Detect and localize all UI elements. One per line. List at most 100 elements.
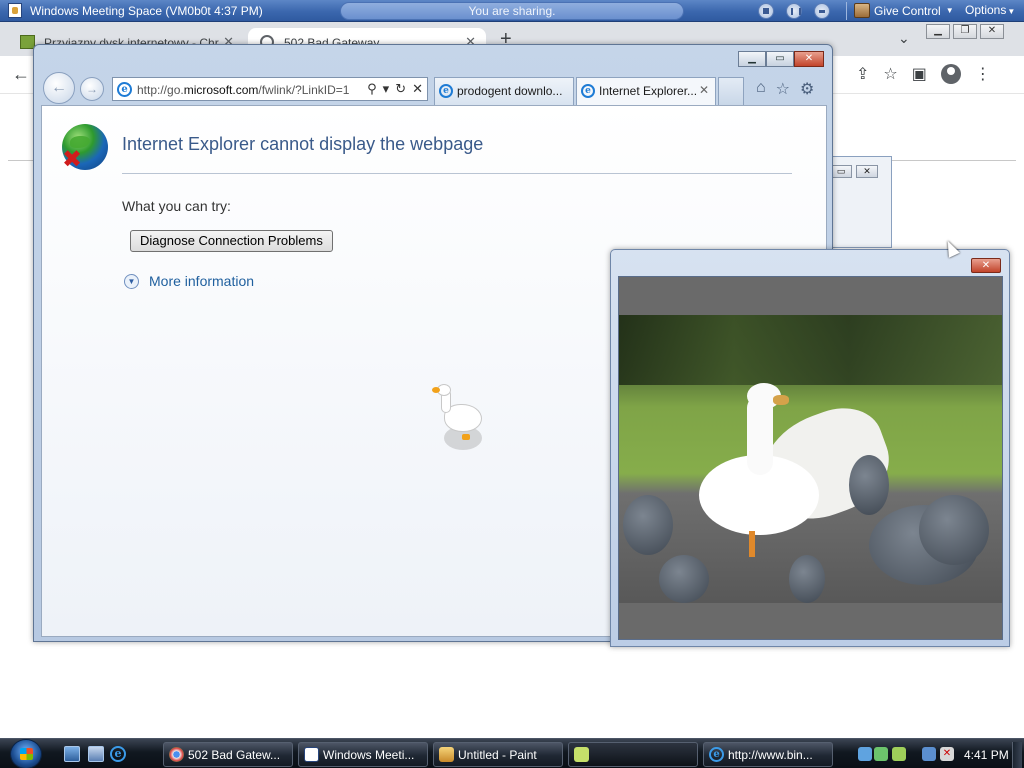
taskbar-item-label: Windows Meeti... [323, 748, 415, 762]
ie-icon: e [581, 84, 595, 98]
network-people-icon[interactable] [858, 747, 872, 761]
address-bar[interactable]: e http://go.microsoft.com/fwlink/?LinkID… [112, 77, 428, 101]
ie-tab-prodogent[interactable]: e prodogent downlo... [434, 77, 574, 105]
chevron-down-icon: ▼ [1007, 7, 1016, 16]
tab-label: Internet Explorer... [599, 84, 698, 98]
chrome-window-controls: ▁ ❐ ✕ [926, 24, 1007, 39]
video-frame-goose-pigeons [619, 315, 1002, 603]
taskbar-item-label: http://www.bin... [728, 748, 813, 762]
network-icon[interactable] [922, 747, 936, 761]
chevron-down-icon[interactable]: ▾ [383, 81, 390, 97]
ie-navigation-bar: ← → e http://go.microsoft.com/fwlink/?Li… [40, 71, 826, 105]
address-url[interactable]: http://go.microsoft.com/fwlink/?LinkID=1 [137, 83, 353, 97]
url-prefix: http://go. [137, 83, 184, 97]
restore-icon[interactable]: ❐ [953, 24, 977, 39]
refresh-icon[interactable]: ↻ [395, 81, 406, 97]
chevron-down-icon: ▼ [945, 6, 954, 15]
maximize-icon[interactable]: ▭ [766, 51, 794, 67]
gear-icon[interactable]: ⚙ [800, 79, 814, 99]
ie-icon[interactable]: e [110, 746, 126, 762]
more-information-label: More information [149, 273, 255, 289]
give-control-label: Give Control [874, 3, 941, 18]
volume-muted-icon[interactable]: ✕ [940, 747, 954, 761]
ie-window-controls: ▁ ▭ ✕ [738, 51, 824, 67]
close-icon[interactable]: ✕ [980, 24, 1004, 39]
video-goose [669, 365, 903, 557]
search-icon[interactable]: ⚲ [367, 81, 377, 97]
pigeon [919, 495, 989, 565]
system-tray: ✕ 4:41 PM [852, 742, 1024, 768]
clock[interactable]: 4:41 PM [964, 748, 1009, 762]
taskbar-item-meeting-space[interactable]: Windows Meeti... [298, 742, 428, 767]
video-icon [574, 747, 589, 762]
minimize-bar-icon[interactable] [814, 3, 830, 19]
video-player[interactable] [618, 276, 1003, 640]
minimize-icon[interactable]: ▁ [738, 51, 766, 67]
meeting-tray-icon[interactable] [874, 747, 888, 761]
close-icon[interactable]: ✕ [856, 165, 878, 178]
sharing-status: You are sharing. [340, 2, 684, 20]
error-x-icon: ✖ [62, 146, 83, 173]
taskbar-item-video[interactable] [568, 742, 698, 767]
pause-sharing-icon[interactable] [786, 3, 802, 19]
stop-sharing-icon[interactable] [758, 3, 774, 19]
restore-icon[interactable]: ▭ [830, 165, 852, 178]
app-tray-icon[interactable] [892, 747, 906, 761]
error-title: Internet Explorer cannot display the web… [122, 134, 484, 154]
ie-icon: e [709, 747, 724, 762]
chrome-icon [169, 747, 184, 762]
profile-avatar-icon[interactable] [940, 64, 961, 84]
tab-search-icon[interactable]: ⌄ [898, 30, 910, 47]
more-information-link[interactable]: ▼ More information [124, 273, 254, 289]
pigeon [659, 555, 709, 603]
pigeon [849, 455, 889, 515]
home-icon[interactable]: ⌂ [756, 79, 766, 99]
diagnose-connection-button[interactable]: Diagnose Connection Problems [130, 230, 333, 252]
menu-dots-icon[interactable]: ⋮ [975, 64, 991, 84]
divider [122, 173, 792, 174]
back-arrow-icon[interactable]: ← [43, 72, 75, 104]
side-panel-icon[interactable]: ▣ [912, 64, 927, 84]
url-domain: microsoft.com [183, 83, 259, 97]
star-icon[interactable]: ☆ [883, 64, 897, 84]
minimize-icon[interactable]: ▁ [926, 24, 950, 39]
pigeon [789, 555, 825, 603]
close-icon[interactable]: ✕ [699, 83, 709, 97]
back-arrow-icon[interactable]: ← [12, 64, 30, 85]
show-desktop-icon[interactable] [64, 746, 80, 762]
options-button[interactable]: Options▼ [965, 3, 1015, 17]
divider [846, 2, 847, 20]
taskbar: e 502 Bad Gatew... Windows Meeti... Unti… [0, 738, 1024, 768]
pigeon [623, 495, 673, 555]
goose-leg [749, 531, 755, 557]
taskbar-item-label: 502 Bad Gatew... [188, 748, 281, 762]
taskbar-item-label: Untitled - Paint [458, 748, 537, 762]
meeting-space-title: Windows Meeting Space (VM0b0t 4:37 PM) [30, 4, 263, 18]
meeting-space-icon [8, 3, 22, 18]
give-control-button[interactable]: Give Control ▼ [854, 3, 954, 18]
forward-arrow-icon[interactable]: → [80, 77, 104, 101]
tab-label: prodogent downlo... [457, 84, 563, 98]
show-desktop-button[interactable] [1012, 742, 1022, 768]
taskbar-item-paint[interactable]: Untitled - Paint [433, 742, 563, 767]
switch-windows-icon[interactable] [88, 746, 104, 762]
share-icon[interactable]: ⇪ [856, 64, 869, 84]
taskbar-item-chrome[interactable]: 502 Bad Gatew... [163, 742, 293, 767]
video-popup-window[interactable]: ✕ [610, 249, 1010, 647]
meeting-space-icon [304, 747, 319, 762]
url-suffix: /fwlink/?LinkID=1 [258, 83, 350, 97]
stop-icon[interactable]: ✕ [412, 81, 423, 97]
new-tab-button[interactable] [718, 77, 744, 105]
ie-tab-internet-explorer[interactable]: e Internet Explorer... ✕ [576, 77, 716, 105]
close-icon[interactable]: ✕ [794, 51, 824, 67]
goose-beak [773, 395, 789, 405]
start-button[interactable] [10, 739, 42, 768]
desktop-goose[interactable] [432, 382, 488, 452]
favorites-star-icon[interactable]: ☆ [776, 79, 790, 99]
toolbar-icons: ⇪ ☆ ▣ ⋮ [856, 64, 991, 84]
taskbar-item-ie[interactable]: e http://www.bin... [703, 742, 833, 767]
close-icon[interactable]: ✕ [971, 258, 1001, 273]
ie-icon: e [117, 82, 132, 97]
address-bar-icons: ⚲ ▾ ↻ ✕ [367, 81, 423, 97]
options-label: Options [965, 3, 1007, 17]
